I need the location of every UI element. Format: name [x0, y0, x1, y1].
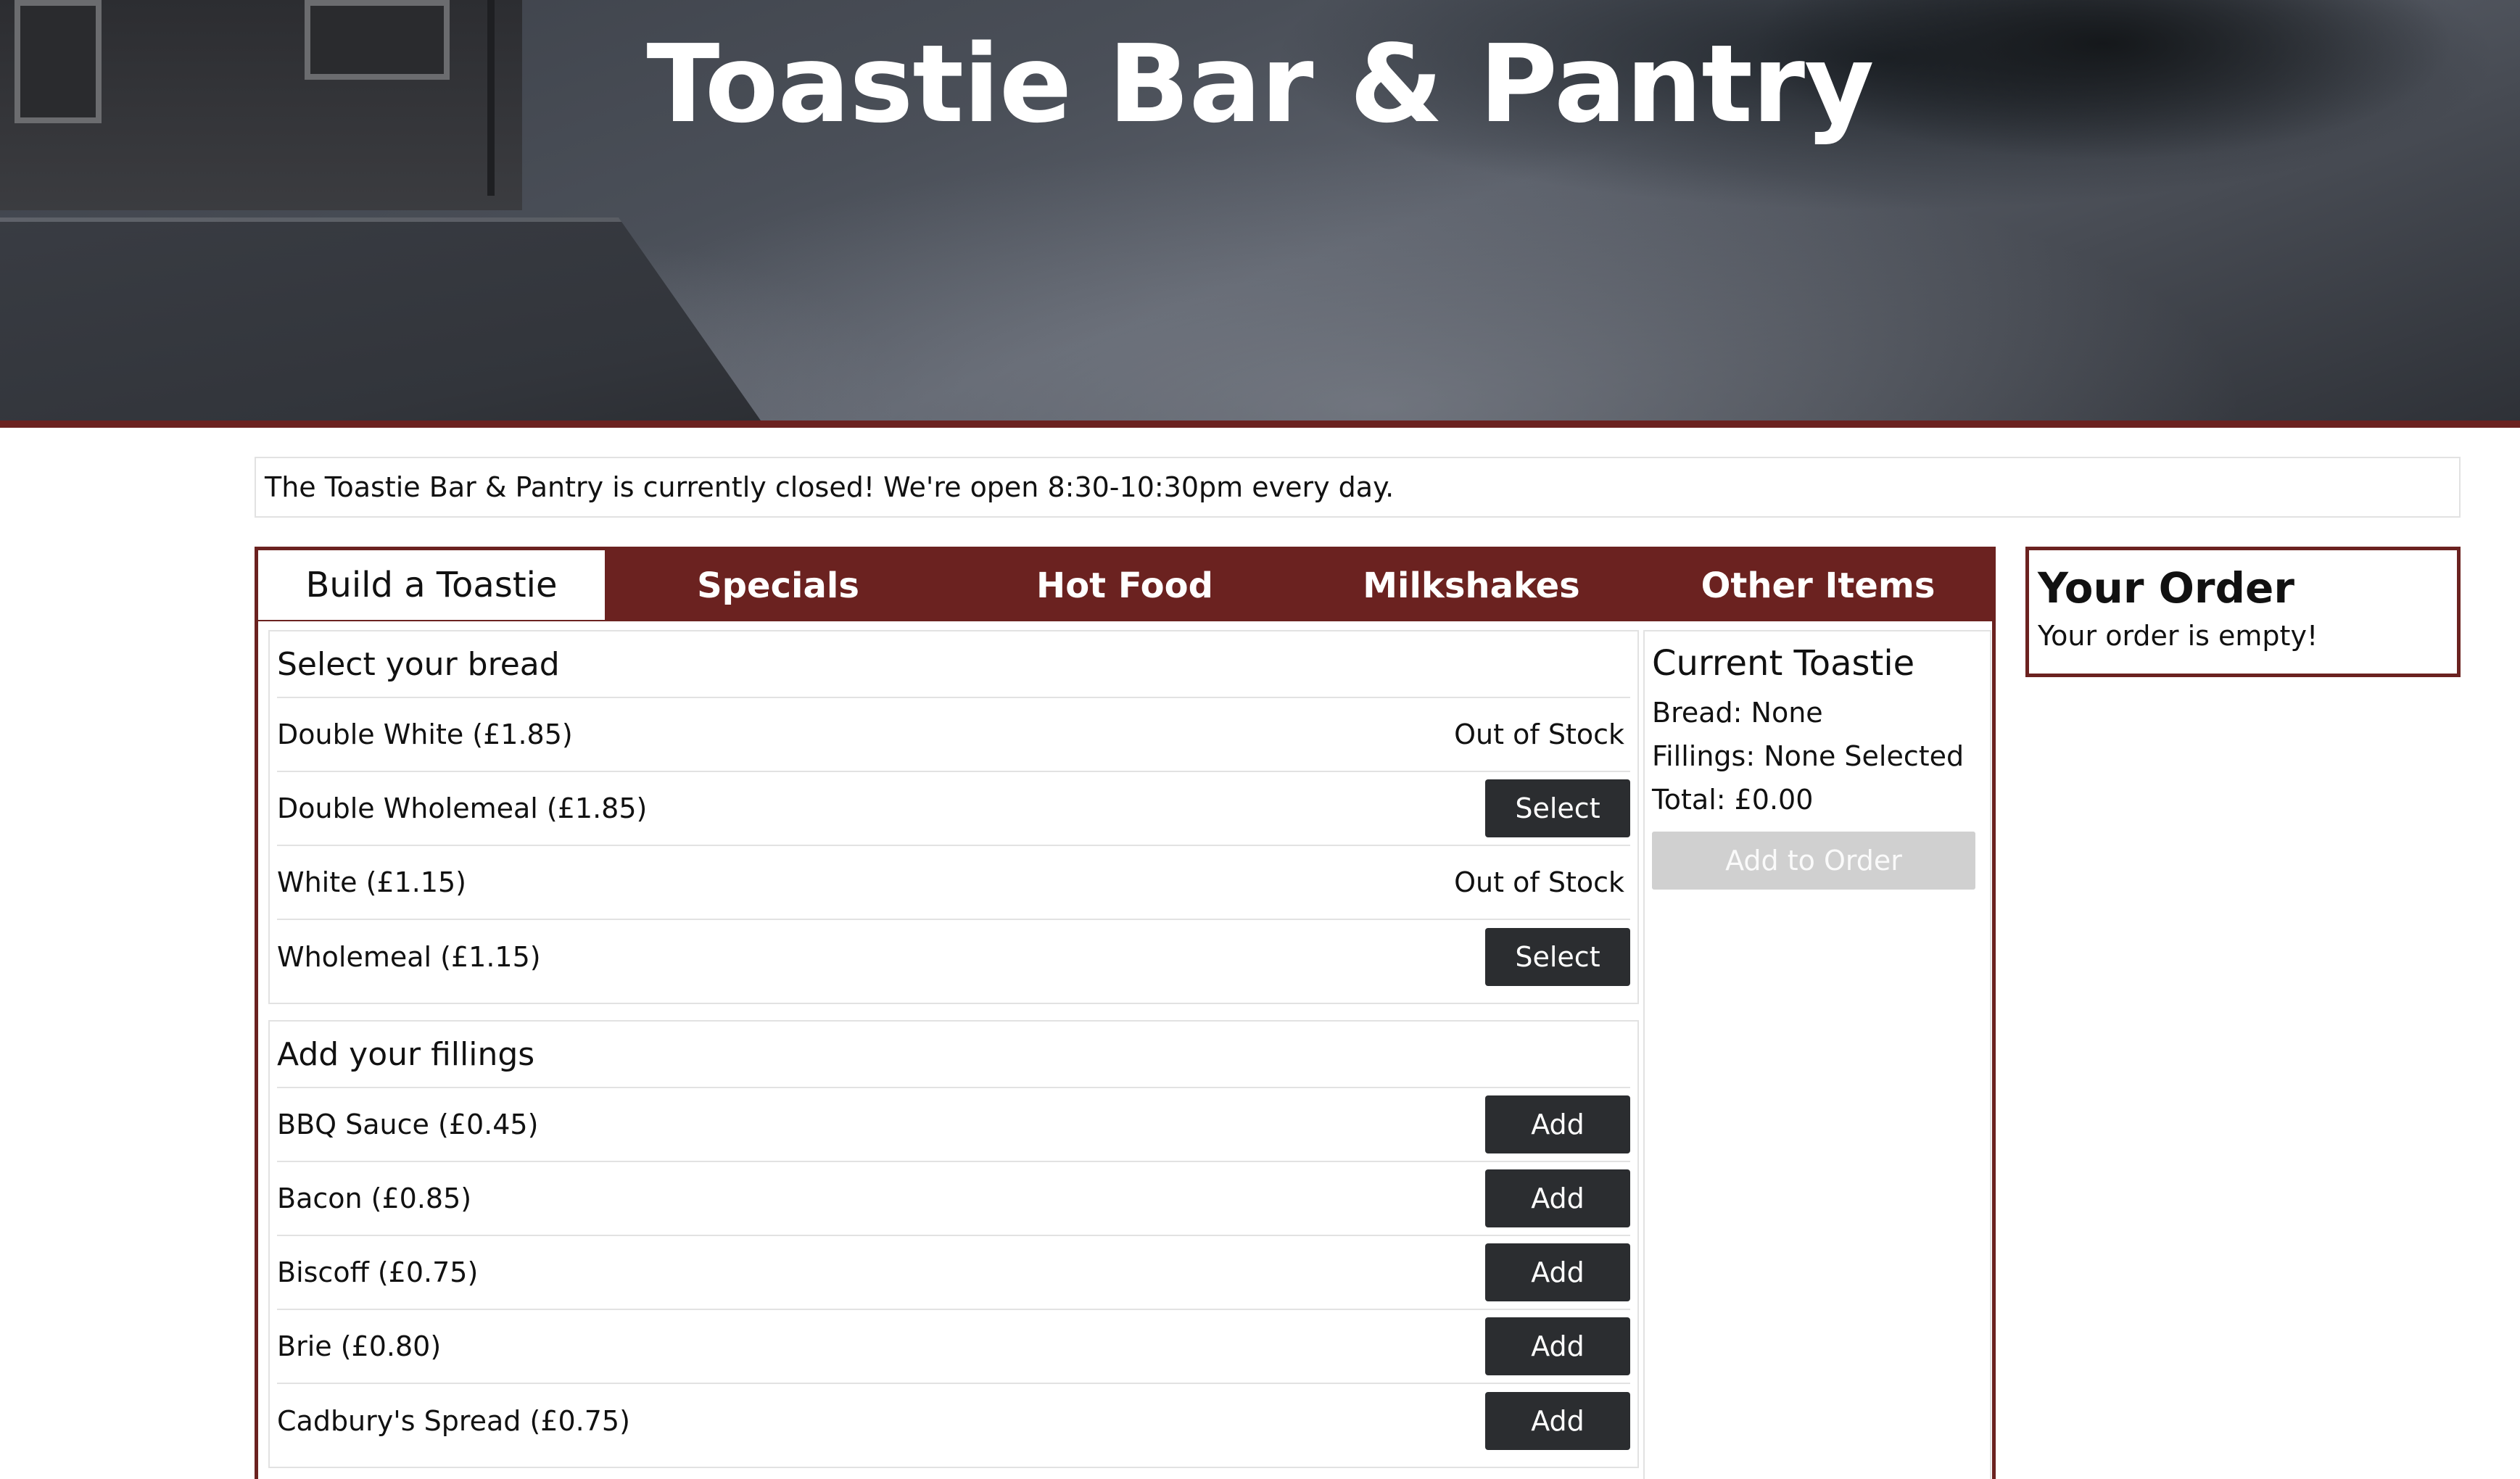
list-item: Brie (£0.80) Add	[277, 1310, 1630, 1384]
tab-specials[interactable]: Specials	[605, 550, 951, 621]
filling-label: Brie (£0.80)	[277, 1330, 442, 1362]
tab-build-a-toastie[interactable]: Build a Toastie	[258, 550, 605, 620]
bread-label: Double White (£1.85)	[277, 718, 573, 750]
status-notice: The Toastie Bar & Pantry is currently cl…	[255, 457, 2461, 518]
add-filling-button[interactable]: Add	[1485, 1169, 1630, 1227]
order-empty-message: Your order is empty!	[2038, 620, 2318, 652]
list-item: Biscoff (£0.75) Add	[277, 1236, 1630, 1310]
bread-section-title: Select your bread	[277, 631, 1630, 698]
add-to-order-button[interactable]: Add to Order	[1652, 832, 1975, 890]
builder-column: Select your bread Double White (£1.85) O…	[268, 630, 1639, 1479]
header-banner: Toastie Bar & Pantry	[0, 0, 2520, 420]
page-title: Toastie Bar & Pantry	[646, 22, 1874, 146]
add-filling-button[interactable]: Add	[1485, 1317, 1630, 1375]
select-bread-button[interactable]: Select	[1485, 779, 1630, 837]
list-item: Double White (£1.85) Out of Stock	[277, 698, 1630, 772]
current-bread: Bread: None	[1652, 697, 1823, 729]
select-bread-button[interactable]: Select	[1485, 928, 1630, 986]
fillings-section: Add your fillings BBQ Sauce (£0.45) Add …	[268, 1020, 1639, 1468]
menu-panel: Build a Toastie Specials Hot Food Milksh…	[255, 547, 1996, 1479]
menu-tabs: Build a Toastie Specials Hot Food Milksh…	[258, 550, 1992, 621]
current-fillings: Fillings: None Selected	[1652, 740, 1965, 772]
current-total: Total: £0.00	[1652, 784, 1814, 816]
tab-other-items[interactable]: Other Items	[1645, 550, 1991, 621]
list-item: BBQ Sauce (£0.45) Add	[277, 1088, 1630, 1162]
filling-label: Biscoff (£0.75)	[277, 1256, 479, 1288]
list-item: Cadbury's Spread (£0.75) Add	[277, 1384, 1630, 1458]
filling-label: Cadbury's Spread (£0.75)	[277, 1405, 630, 1437]
add-filling-button[interactable]: Add	[1485, 1392, 1630, 1450]
bread-label: Wholemeal (£1.15)	[277, 941, 541, 973]
filling-label: Bacon (£0.85)	[277, 1182, 472, 1214]
bread-label: White (£1.15)	[277, 866, 467, 898]
tab-hot-food[interactable]: Hot Food	[951, 550, 1298, 621]
bread-section: Select your bread Double White (£1.85) O…	[268, 630, 1639, 1004]
fillings-section-title: Add your fillings	[277, 1022, 1630, 1088]
header-divider	[0, 420, 2520, 428]
tab-milkshakes[interactable]: Milkshakes	[1298, 550, 1645, 621]
filling-label: BBQ Sauce (£0.45)	[277, 1109, 539, 1140]
current-toastie-title: Current Toastie	[1652, 643, 1915, 684]
current-toastie-panel: Current Toastie Bread: None Fillings: No…	[1643, 630, 1991, 1479]
list-item: White (£1.15) Out of Stock	[277, 846, 1630, 920]
your-order-panel: Your Order Your order is empty!	[2025, 547, 2461, 677]
list-item: Double Wholemeal (£1.85) Select	[277, 772, 1630, 846]
bread-label: Double Wholemeal (£1.85)	[277, 792, 648, 824]
your-order-title: Your Order	[2038, 563, 2294, 613]
list-item: Bacon (£0.85) Add	[277, 1162, 1630, 1236]
list-item: Wholemeal (£1.15) Select	[277, 920, 1630, 994]
add-filling-button[interactable]: Add	[1485, 1095, 1630, 1153]
out-of-stock-label: Out of Stock	[1454, 718, 1624, 750]
add-filling-button[interactable]: Add	[1485, 1243, 1630, 1301]
out-of-stock-label: Out of Stock	[1454, 866, 1624, 898]
